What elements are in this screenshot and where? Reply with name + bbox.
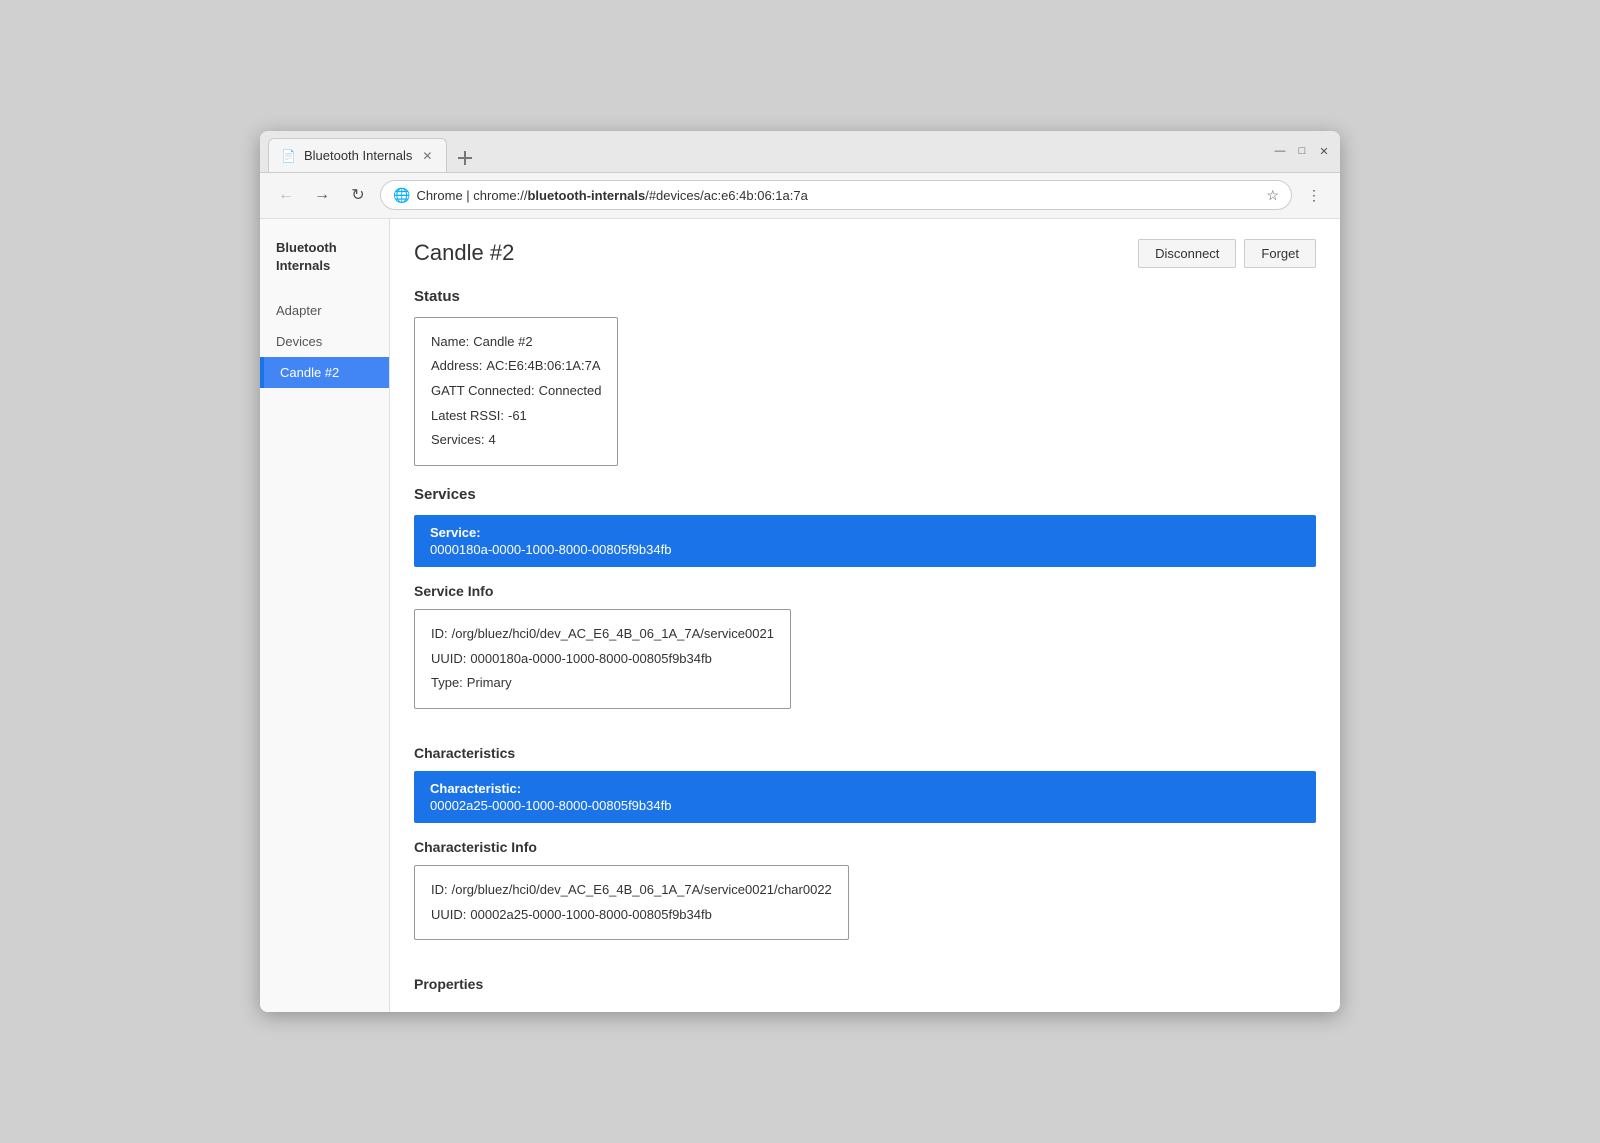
status-section-title: Status: [414, 288, 1316, 305]
tab-title: Bluetooth Internals: [304, 148, 412, 163]
services-section: Services Service: 0000180a-0000-1000-800…: [414, 486, 1316, 992]
status-services-value: 4: [488, 428, 495, 453]
service-id-row: ID: /org/bluez/hci0/dev_AC_E6_4B_06_1A_7…: [431, 622, 774, 647]
main-content: Bluetooth Internals Adapter Devices Cand…: [260, 219, 1340, 1013]
address-bar[interactable]: 🌐 Chrome | chrome://bluetooth-internals/…: [380, 180, 1292, 210]
service-uuid: 0000180a-0000-1000-8000-00805f9b34fb: [430, 542, 1300, 557]
status-section: Status Name: Candle #2 Address: AC:E6:4B…: [414, 288, 1316, 486]
sidebar-item-devices[interactable]: Devices: [260, 326, 389, 357]
header-buttons: Disconnect Forget: [1138, 239, 1316, 268]
service-bar[interactable]: Service: 0000180a-0000-1000-8000-00805f9…: [414, 515, 1316, 567]
page-header: Candle #2 Disconnect Forget: [414, 239, 1316, 268]
bookmark-icon[interactable]: ☆: [1266, 187, 1279, 204]
title-bar: 📄 Bluetooth Internals ✕ — □ ✕: [260, 131, 1340, 173]
service-id-value: /org/bluez/hci0/dev_AC_E6_4B_06_1A_7A/se…: [452, 622, 774, 647]
back-button[interactable]: ←: [272, 181, 300, 209]
status-gatt-row: GATT Connected: Connected: [431, 379, 601, 404]
status-rssi-label: Latest RSSI:: [431, 404, 504, 429]
page-title: Candle #2: [414, 240, 514, 266]
address-text: Chrome | chrome://bluetooth-internals/#d…: [416, 188, 807, 203]
char-id-row: ID: /org/bluez/hci0/dev_AC_E6_4B_06_1A_7…: [431, 878, 832, 903]
status-name-label: Name:: [431, 330, 469, 355]
characteristic-info-box: ID: /org/bluez/hci0/dev_AC_E6_4B_06_1A_7…: [414, 865, 849, 940]
toolbar-icons: ⋮: [1300, 181, 1328, 209]
status-address-label: Address:: [431, 354, 482, 379]
char-uuid-value: 00002a25-0000-1000-8000-00805f9b34fb: [470, 903, 711, 928]
service-id-label: ID:: [431, 622, 448, 647]
char-uuid-row: UUID: 00002a25-0000-1000-8000-00805f9b34…: [431, 903, 832, 928]
address-bar-icons: ☆: [1266, 187, 1279, 204]
new-tab-button[interactable]: [451, 144, 479, 172]
forget-button[interactable]: Forget: [1244, 239, 1316, 268]
service-type-label: Type:: [431, 671, 463, 696]
characteristic-uuid: 00002a25-0000-1000-8000-00805f9b34fb: [430, 798, 1300, 813]
status-rssi-value: -61: [508, 404, 527, 429]
status-gatt-label: GATT Connected:: [431, 379, 535, 404]
service-uuid-value: 0000180a-0000-1000-8000-00805f9b34fb: [470, 647, 711, 672]
reload-button[interactable]: ↻: [344, 181, 372, 209]
characteristics-title: Characteristics: [414, 745, 1316, 761]
status-name-value: Candle #2: [473, 330, 532, 355]
service-info-section: Service Info ID: /org/bluez/hci0/dev_AC_…: [414, 583, 1316, 729]
browser-window: 📄 Bluetooth Internals ✕ — □ ✕ ← → ↻ 🌐 Ch…: [260, 131, 1340, 1013]
services-section-title: Services: [414, 486, 1316, 503]
sidebar-title: Bluetooth Internals: [260, 239, 389, 295]
characteristic-bar[interactable]: Characteristic: 00002a25-0000-1000-8000-…: [414, 771, 1316, 823]
characteristic-info-title: Characteristic Info: [414, 839, 1316, 855]
close-button[interactable]: ✕: [1316, 143, 1332, 159]
status-rssi-row: Latest RSSI: -61: [431, 404, 601, 429]
status-name-row: Name: Candle #2: [431, 330, 601, 355]
maximize-button[interactable]: □: [1294, 143, 1310, 159]
forward-button[interactable]: →: [308, 181, 336, 209]
disconnect-button[interactable]: Disconnect: [1138, 239, 1236, 268]
char-id-value: /org/bluez/hci0/dev_AC_E6_4B_06_1A_7A/se…: [452, 878, 832, 903]
navigation-bar: ← → ↻ 🌐 Chrome | chrome://bluetooth-inte…: [260, 173, 1340, 219]
sidebar-item-candle2[interactable]: Candle #2: [260, 357, 389, 388]
characteristic-info-section: Characteristic Info ID: /org/bluez/hci0/…: [414, 839, 1316, 960]
status-address-row: Address: AC:E6:4B:06:1A:7A: [431, 354, 601, 379]
active-tab[interactable]: 📄 Bluetooth Internals ✕: [268, 138, 447, 172]
service-info-title: Service Info: [414, 583, 1316, 599]
service-label: Service:: [430, 525, 1300, 540]
page-content-area: Candle #2 Disconnect Forget Status Name:…: [390, 219, 1340, 1013]
characteristics-section: Characteristics Characteristic: 00002a25…: [414, 745, 1316, 992]
service-info-box: ID: /org/bluez/hci0/dev_AC_E6_4B_06_1A_7…: [414, 609, 791, 709]
menu-button[interactable]: ⋮: [1300, 181, 1328, 209]
status-services-label: Services:: [431, 428, 484, 453]
window-controls: — □ ✕: [1272, 143, 1332, 159]
status-address-value: AC:E6:4B:06:1A:7A: [486, 354, 600, 379]
sidebar: Bluetooth Internals Adapter Devices Cand…: [260, 219, 390, 1013]
properties-title: Properties: [414, 976, 1316, 992]
tab-close-button[interactable]: ✕: [420, 147, 434, 165]
char-id-label: ID:: [431, 878, 448, 903]
service-type-value: Primary: [467, 671, 512, 696]
security-icon: 🌐: [393, 187, 410, 204]
service-uuid-label: UUID:: [431, 647, 466, 672]
service-type-row: Type: Primary: [431, 671, 774, 696]
char-uuid-label: UUID:: [431, 903, 466, 928]
tab-page-icon: 📄: [281, 149, 296, 163]
sidebar-item-adapter[interactable]: Adapter: [260, 295, 389, 326]
minimize-button[interactable]: —: [1272, 143, 1288, 159]
status-gatt-value: Connected: [539, 379, 602, 404]
status-info-box: Name: Candle #2 Address: AC:E6:4B:06:1A:…: [414, 317, 618, 466]
service-uuid-row: UUID: 0000180a-0000-1000-8000-00805f9b34…: [431, 647, 774, 672]
status-services-row: Services: 4: [431, 428, 601, 453]
characteristic-label: Characteristic:: [430, 781, 1300, 796]
